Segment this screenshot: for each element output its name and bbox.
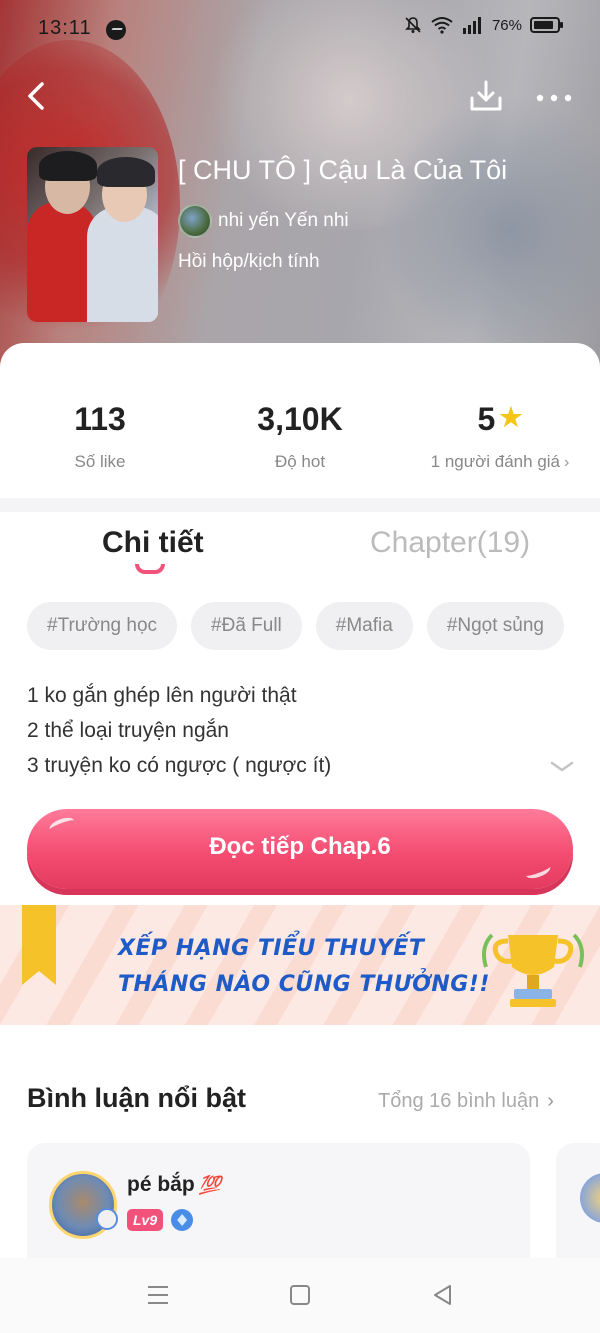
all-comments-link[interactable]: Tổng 16 bình luận › xyxy=(378,1090,554,1113)
banner-line-1: XẾP HẠNG TIỂU THUYẾT xyxy=(118,936,425,961)
active-tab-indicator xyxy=(135,564,165,574)
tag-list: #Trường học #Đã Full #Mafia #Ngọt sủng xyxy=(27,602,564,650)
likes-count: 113 xyxy=(74,401,126,437)
story-cover-image[interactable] xyxy=(27,147,158,322)
home-icon[interactable] xyxy=(287,1282,313,1308)
story-title: [ CHU TÔ ] Cậu Là Của Tôi xyxy=(178,155,508,185)
tag-chip[interactable]: #Trường học xyxy=(27,602,178,650)
download-button[interactable] xyxy=(468,78,504,114)
featured-comments-title: Bình luận nổi bật xyxy=(27,1083,246,1113)
trophy-icon xyxy=(482,933,584,1007)
continue-reading-label: Đọc tiếp Chap.6 xyxy=(209,833,391,860)
tab-detail[interactable]: Chi tiết xyxy=(102,526,204,560)
back-button[interactable] xyxy=(22,78,54,114)
system-navigation-bar xyxy=(0,1258,600,1333)
recent-apps-icon[interactable] xyxy=(145,1282,171,1308)
comments-total-label: Tổng 16 bình luận xyxy=(378,1090,540,1112)
battery-percent: 76% xyxy=(491,16,522,34)
status-time: 13:11 xyxy=(38,17,92,39)
rating-label: 1 người đánh giá xyxy=(430,452,560,471)
likes-label: Số like xyxy=(74,452,126,471)
status-bar: 13:11 76% xyxy=(0,0,600,56)
hot-stat: 3,10K Độ hot xyxy=(200,401,400,472)
author-link[interactable]: nhi yến Yến nhi xyxy=(178,204,349,238)
hot-count: 3,10K xyxy=(257,401,343,437)
chevron-right-icon: › xyxy=(547,1090,554,1112)
diamond-badge-icon xyxy=(171,1209,194,1231)
commenter-avatar[interactable] xyxy=(49,1171,118,1239)
ranking-banner[interactable]: XẾP HẠNG TIỂU THUYẾT THÁNG NÀO CŨNG THƯỞ… xyxy=(0,905,600,1025)
likes-stat: 113 Số like xyxy=(0,401,200,472)
level-badge: Lv9 xyxy=(127,1209,164,1231)
commenter-avatar[interactable] xyxy=(580,1173,600,1223)
chevron-down-icon[interactable] xyxy=(550,755,574,779)
author-avatar xyxy=(178,204,212,238)
messenger-icon xyxy=(106,20,126,40)
hundred-emoji-icon: 💯 xyxy=(198,1175,222,1195)
story-description: 1 ko gắn ghép lên người thật 2 thể loại … xyxy=(27,678,331,783)
story-detail-card: 113 Số like 3,10K Độ hot 5 ★ 1 người đánh… xyxy=(0,343,600,1333)
commenter-name: pé bắp xyxy=(127,1173,195,1196)
wifi-icon xyxy=(431,17,453,34)
bookmark-ribbon-icon xyxy=(22,905,56,985)
story-genre: Hồi hộp/kịch tính xyxy=(178,251,320,272)
signal-icon xyxy=(462,17,481,34)
chevron-right-icon: › xyxy=(564,454,570,471)
star-icon: ★ xyxy=(499,402,523,432)
battery-icon xyxy=(530,17,563,33)
tab-bar: Chi tiết Chapter(19) xyxy=(0,512,600,582)
description-line: 2 thể loại truyện ngắn xyxy=(27,719,229,742)
divider xyxy=(0,498,600,512)
banner-line-2: THÁNG NÀO CŨNG THƯỞNG!! xyxy=(118,972,490,997)
story-hero: 13:11 76% [CHU TÔ] Cậu Là Của Tôi nhi … xyxy=(0,0,600,370)
more-options-button[interactable] xyxy=(534,88,574,108)
tab-chapter[interactable]: Chapter(19) xyxy=(370,526,530,560)
description-line: 3 truyện ko có ngược ( ngược ít) xyxy=(27,754,332,777)
description-line: 1 ko gắn ghép lên người thật xyxy=(27,684,297,707)
back-triangle-icon[interactable] xyxy=(430,1282,456,1308)
mute-icon xyxy=(405,17,421,33)
rating-value: 5 xyxy=(477,401,496,437)
tag-chip[interactable]: #Mafia xyxy=(315,602,413,650)
stats-row: 113 Số like 3,10K Độ hot 5 ★ 1 người đánh… xyxy=(0,343,600,498)
hot-label: Độ hot xyxy=(274,452,326,471)
continue-reading-button[interactable]: Đọc tiếp Chap.6 xyxy=(27,809,573,889)
author-name: nhi yến Yến nhi xyxy=(218,210,349,231)
tag-chip[interactable]: #Đã Full xyxy=(191,602,302,650)
tag-chip[interactable]: #Ngọt sủng xyxy=(426,602,564,650)
rating-stat[interactable]: 5 ★ 1 người đánh giá › xyxy=(400,401,600,472)
